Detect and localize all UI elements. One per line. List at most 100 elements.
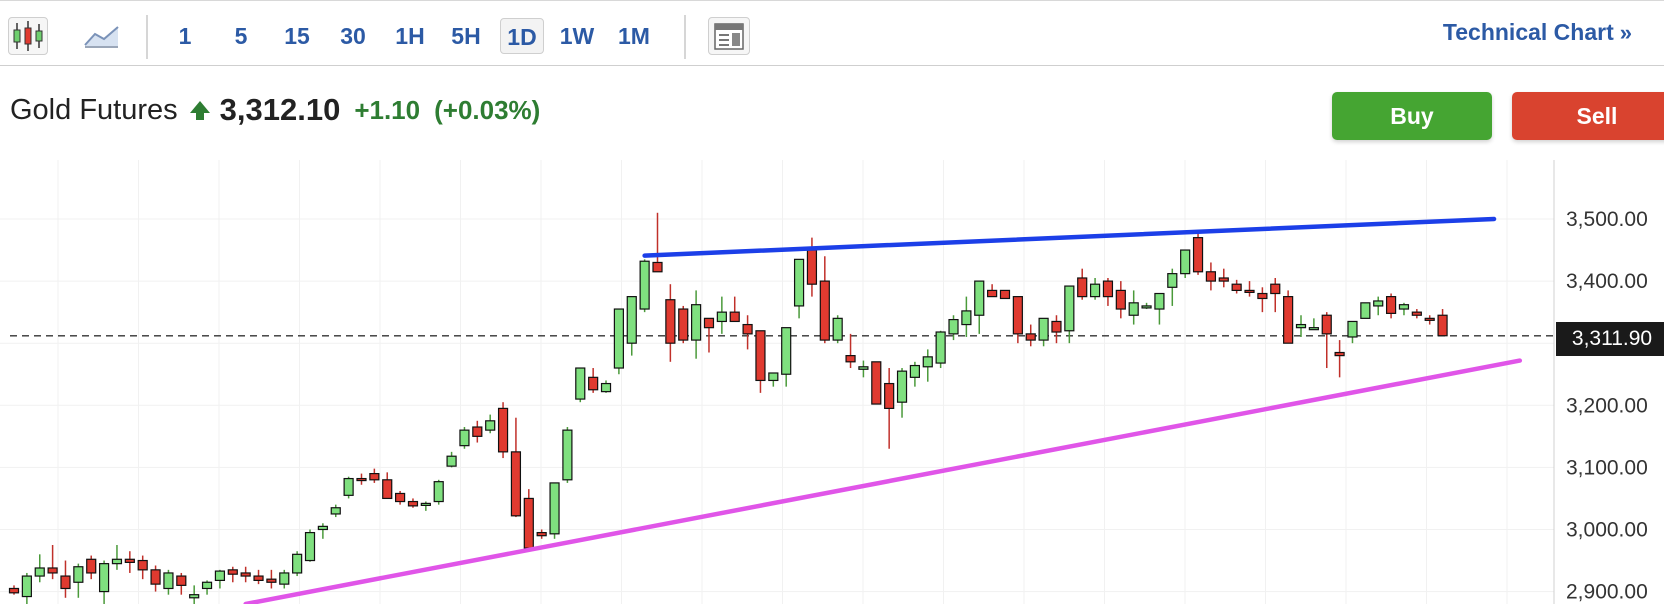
candle-body [73, 566, 84, 583]
upper-resistance-trendline [642, 216, 1497, 258]
interval-1h[interactable]: 1H [392, 18, 428, 54]
price-change: +1.10 [354, 94, 421, 125]
candle-body [549, 482, 560, 535]
candle-body [227, 569, 238, 575]
candle-body [1128, 302, 1139, 316]
candle-body [575, 367, 586, 400]
candle-body [1038, 317, 1049, 341]
quote-header: Gold Futures 3,312.10 +1.10 (+0.03%) [10, 90, 540, 130]
interval-1m[interactable]: 1M [614, 18, 654, 54]
candle-body [150, 569, 161, 585]
candle-body [395, 492, 406, 503]
candle-body [768, 372, 779, 382]
candle-body [137, 559, 148, 571]
candle-body [240, 572, 251, 577]
candle-body [330, 507, 341, 515]
candle-body [1321, 314, 1332, 335]
candle-body [652, 261, 663, 273]
candle-body [1180, 249, 1191, 275]
y-axis-tick-label: 3,100.00 [1566, 456, 1648, 479]
candle-body [987, 289, 998, 298]
candle-body [163, 572, 174, 590]
candle-body [214, 570, 226, 582]
candle-body [716, 311, 727, 323]
candle-body [1385, 296, 1397, 314]
y-axis-tick-label: 3,000.00 [1566, 518, 1648, 541]
interval-30[interactable]: 30 [336, 18, 370, 54]
candle-body [729, 311, 740, 323]
last-price: 3,312.10 [219, 92, 341, 127]
interval-5h[interactable]: 5H [448, 18, 484, 54]
candle-body [433, 481, 444, 503]
candle-body [935, 331, 946, 364]
layout-icon[interactable] [708, 17, 750, 55]
candle-body [871, 361, 882, 405]
technical-chart-link[interactable]: Technical Chart» [1443, 19, 1632, 46]
candle-body [536, 531, 547, 537]
candle-body [896, 370, 908, 403]
candle-body [189, 594, 200, 599]
candle-body [626, 296, 637, 344]
candle-body [1308, 327, 1319, 331]
chevron-right-icon: » [1619, 20, 1632, 45]
chart-toolbar: 1 5 15 30 1H 5H 1D 1W 1M Technical Chart… [0, 0, 1664, 66]
candle-body [1064, 285, 1075, 332]
y-axis-tick-label: 2,900.00 [1566, 581, 1648, 604]
current-price-tag: 3,311.90 [1556, 322, 1664, 356]
candle-body [47, 567, 58, 574]
candle-body [60, 575, 71, 590]
candle-body [34, 567, 45, 577]
candle-body [600, 382, 612, 393]
candle-body [1334, 351, 1345, 357]
sell-button[interactable]: Sell [1512, 92, 1664, 140]
candle-body [909, 364, 921, 378]
candlestick-icon[interactable] [8, 17, 48, 55]
candle-body [407, 500, 419, 507]
candle-body [369, 472, 380, 481]
price-change-percent: (+0.03%) [434, 94, 541, 125]
candle-body [1218, 277, 1229, 282]
candle-body [845, 355, 856, 363]
candle-body [1373, 300, 1384, 307]
interval-5[interactable]: 5 [228, 18, 254, 54]
interval-1d[interactable]: 1D [500, 18, 544, 54]
candle-body [1025, 333, 1036, 341]
candle-body [1398, 304, 1410, 310]
candle-body [1154, 292, 1165, 310]
candle-body [98, 563, 110, 593]
candle-body [1411, 311, 1422, 316]
candle-body [304, 531, 316, 562]
interval-1w[interactable]: 1W [558, 18, 596, 54]
candle-body [948, 318, 959, 335]
interval-15[interactable]: 15 [282, 18, 312, 54]
candle-body [1270, 283, 1281, 295]
candle-body [523, 497, 534, 549]
toolbar-divider [146, 15, 148, 59]
candle-body [781, 327, 792, 375]
y-axis-tick-label: 3,500.00 [1566, 208, 1648, 231]
interval-1[interactable]: 1 [172, 18, 198, 54]
candle-body [1115, 289, 1126, 310]
candle-body [1257, 292, 1268, 300]
candle-body [858, 366, 869, 370]
price-chart[interactable]: 3,500.003,400.003,300.003,200.003,100.00… [0, 160, 1664, 604]
candle-body [1231, 283, 1242, 292]
candle-body [793, 258, 805, 307]
candle-body [562, 429, 573, 481]
area-chart-icon[interactable] [82, 17, 122, 55]
candle-body [253, 575, 264, 582]
candle-body [111, 558, 123, 565]
candle-body [613, 308, 624, 369]
candle-body [1167, 273, 1178, 288]
candle-body [755, 330, 766, 382]
candle-body [1347, 320, 1358, 338]
candle-body [1244, 289, 1255, 294]
candle-body [1205, 271, 1217, 282]
buy-button[interactable]: Buy [1332, 92, 1492, 140]
candle-body [124, 558, 135, 563]
candle-body [1283, 296, 1294, 344]
candle-body [1360, 302, 1371, 319]
candle-body [382, 479, 393, 500]
candle-body [1192, 237, 1204, 273]
candle-body [86, 558, 97, 574]
